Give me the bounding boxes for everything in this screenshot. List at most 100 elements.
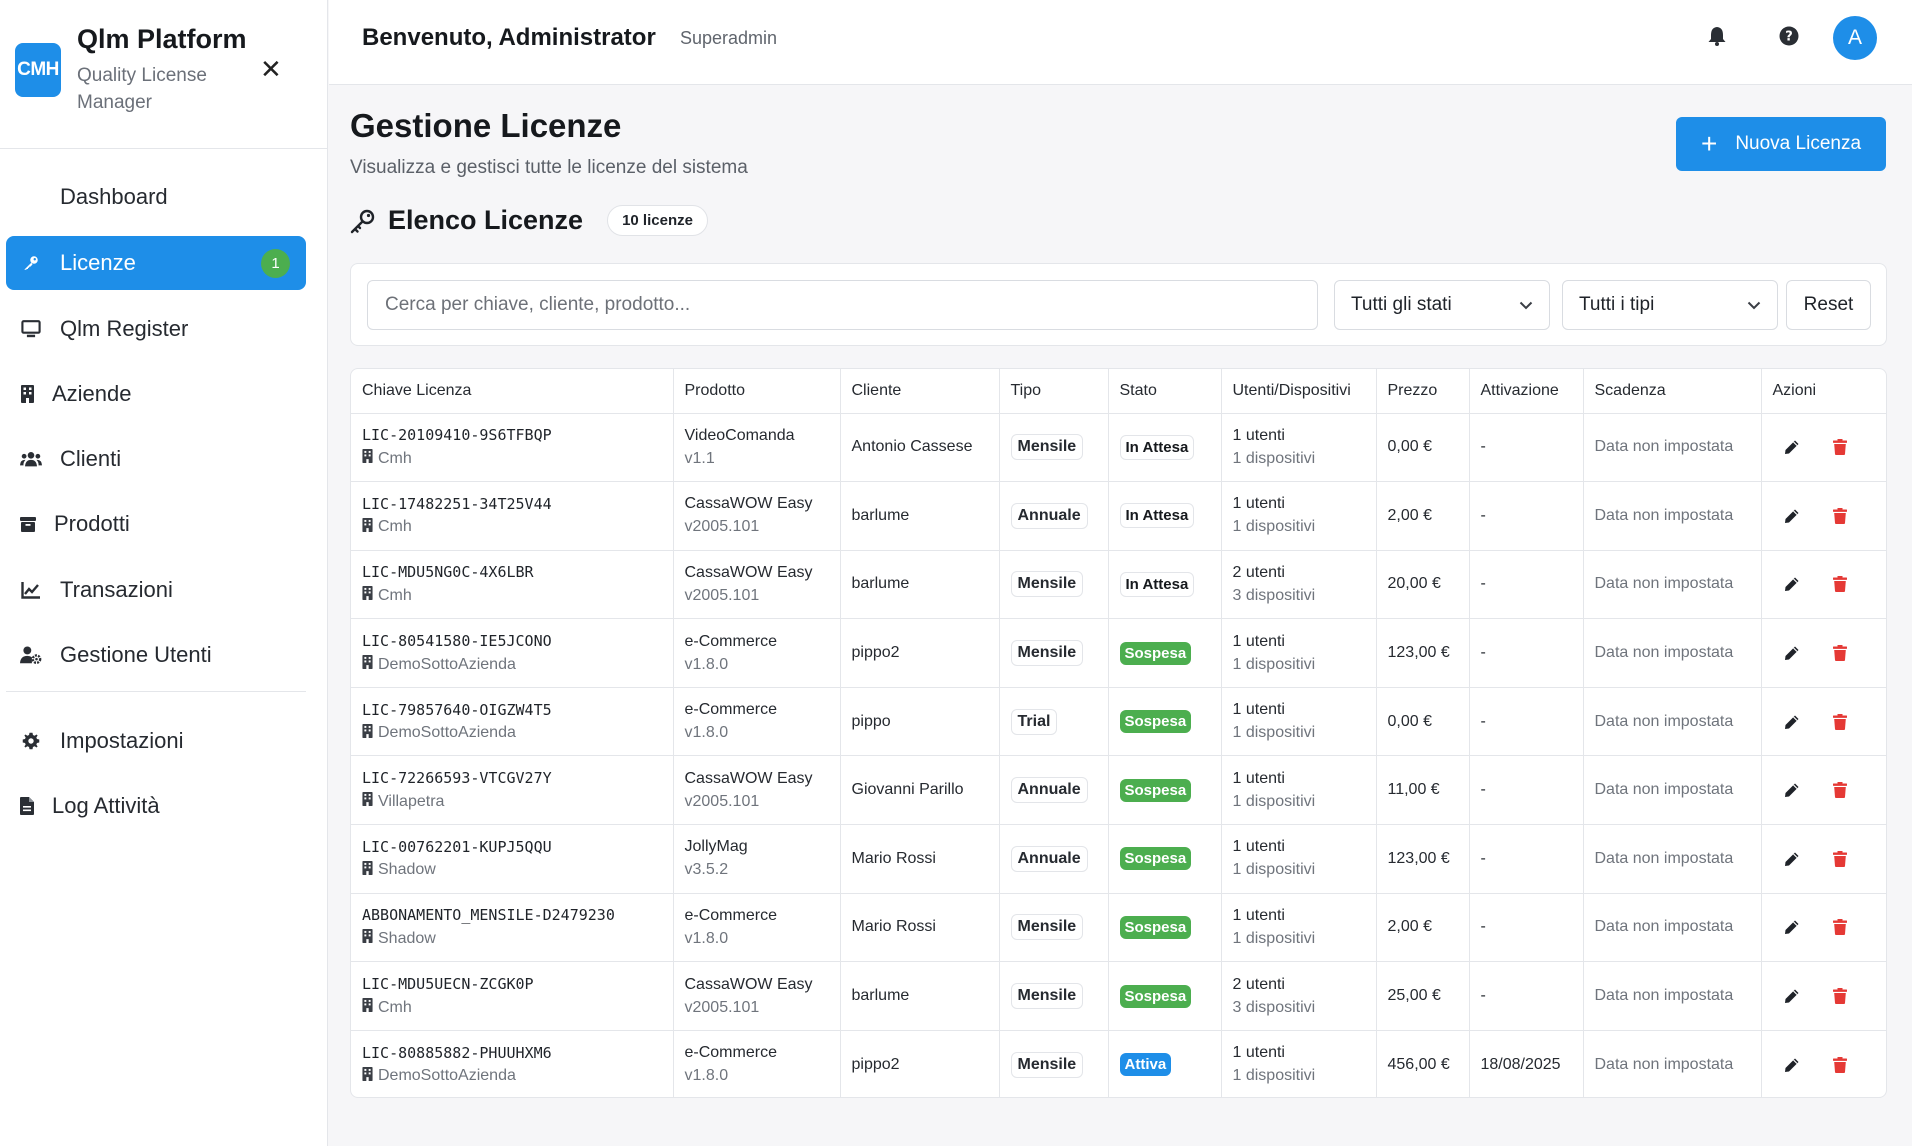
license-key[interactable]: LIC-72266593-VTCGV27Y xyxy=(362,769,673,787)
avatar[interactable]: A xyxy=(1833,16,1877,60)
column-header[interactable]: Scadenza xyxy=(1583,369,1762,414)
column-header[interactable]: Stato xyxy=(1108,369,1222,414)
users-count: 1 utenti xyxy=(1232,426,1285,444)
edit-icon[interactable] xyxy=(1783,1056,1801,1074)
delete-icon[interactable] xyxy=(1831,575,1849,593)
delete-icon[interactable] xyxy=(1831,918,1849,936)
column-header[interactable]: Prezzo xyxy=(1376,369,1470,414)
actions-cell xyxy=(1761,961,1886,1031)
users-devices-cell: 1 utenti 1 dispositivi xyxy=(1221,824,1377,894)
new-license-button[interactable]: + Nuova Licenza xyxy=(1676,117,1886,171)
license-key[interactable]: LIC-17482251-34T25V44 xyxy=(362,495,673,513)
price-cell: 20,00 € xyxy=(1376,550,1470,620)
license-key[interactable]: LIC-80541580-IE5JCONO xyxy=(362,632,673,650)
sidebar-item-clienti[interactable]: Clienti xyxy=(6,432,306,486)
key-icon xyxy=(20,252,42,274)
sidebar-item-qlm-register[interactable]: Qlm Register xyxy=(6,302,306,356)
edit-icon[interactable] xyxy=(1783,644,1801,662)
sidebar-item-prodotti[interactable]: Prodotti xyxy=(6,497,306,551)
type-cell: Mensile xyxy=(999,961,1109,1031)
product-version: v1.8.0 xyxy=(684,1067,729,1085)
delete-icon[interactable] xyxy=(1831,987,1849,1005)
activation-cell: - xyxy=(1469,687,1584,757)
table-row: LIC-80541580-IE5JCONO DemoSottoAzienda e-C… xyxy=(351,618,1886,688)
close-sidebar-icon[interactable]: ✕ xyxy=(260,54,282,85)
sidebar-item-gestione-utenti[interactable]: Gestione Utenti xyxy=(6,628,306,682)
table-row: LIC-MDU5NG0C-4X6LBR Cmh CassaWOW Easy v2005… xyxy=(351,550,1886,620)
column-header[interactable]: Tipo xyxy=(999,369,1109,414)
reset-button[interactable]: Reset xyxy=(1786,280,1871,330)
edit-icon[interactable] xyxy=(1783,438,1801,456)
client-cell: Giovanni Parillo xyxy=(840,755,1000,826)
building-icon xyxy=(362,998,378,1017)
box-icon xyxy=(20,513,36,535)
column-header[interactable]: Cliente xyxy=(840,369,1000,414)
license-key[interactable]: LIC-80885882-PHUUHXM6 xyxy=(362,1044,673,1062)
product-name: JollyMag xyxy=(684,838,748,856)
sidebar-item-log-attivita[interactable]: Log Attività xyxy=(6,779,306,833)
column-header[interactable]: Attivazione xyxy=(1469,369,1584,414)
product-version: v2005.101 xyxy=(684,586,760,604)
search-input[interactable] xyxy=(367,280,1318,330)
company-name: DemoSottoAzienda xyxy=(378,724,516,742)
type-badge: Mensile xyxy=(1010,914,1084,941)
license-key[interactable]: LIC-00762201-KUPJ5QQU xyxy=(362,838,673,856)
status-cell: Sospesa xyxy=(1108,893,1222,963)
client-cell: barlume xyxy=(840,481,1000,551)
delete-icon[interactable] xyxy=(1831,850,1849,868)
building-icon xyxy=(20,383,34,405)
edit-icon[interactable] xyxy=(1783,781,1801,799)
license-key[interactable]: ABBONAMENTO_MENSILE-D2479230 xyxy=(362,906,673,924)
company-line: Shadow xyxy=(362,929,673,948)
sidebar-item-impostazioni[interactable]: Impostazioni xyxy=(6,714,306,768)
help-icon[interactable]: ? xyxy=(1777,24,1801,48)
delete-icon[interactable] xyxy=(1831,781,1849,799)
edit-icon[interactable] xyxy=(1783,850,1801,868)
license-key[interactable]: LIC-20109410-9S6TFBQP xyxy=(362,426,673,444)
company-name: Villapetra xyxy=(378,792,445,810)
status-cell: Sospesa xyxy=(1108,618,1222,688)
sidebar-item-licenze[interactable]: Licenze 1 xyxy=(6,236,306,290)
column-header[interactable]: Chiave Licenza xyxy=(351,369,674,414)
delete-icon[interactable] xyxy=(1831,1056,1849,1074)
users-count: 1 utenti xyxy=(1232,632,1285,650)
activation-cell: - xyxy=(1469,481,1584,551)
company-line: DemoSottoAzienda xyxy=(362,1066,673,1086)
users-devices-cell: 1 utenti 1 dispositivi xyxy=(1221,1030,1377,1097)
actions-cell xyxy=(1761,687,1886,757)
license-key[interactable]: LIC-MDU5NG0C-4X6LBR xyxy=(362,563,673,581)
delete-icon[interactable] xyxy=(1831,438,1849,456)
license-key[interactable]: LIC-MDU5UECN-ZCGK0P xyxy=(362,975,673,993)
delete-icon[interactable] xyxy=(1831,713,1849,731)
users-count: 1 utenti xyxy=(1232,495,1285,513)
type-select[interactable]: Tutti i tipi xyxy=(1562,280,1778,330)
sidebar-item-transazioni[interactable]: Transazioni xyxy=(6,563,306,617)
building-icon xyxy=(362,792,378,811)
sidebar-item-dashboard[interactable]: Dashboard xyxy=(6,170,306,224)
devices-count: 1 dispositivi xyxy=(1232,1067,1316,1085)
company-name: DemoSottoAzienda xyxy=(378,1067,516,1085)
delete-icon[interactable] xyxy=(1831,644,1849,662)
sidebar-item-aziende[interactable]: Aziende xyxy=(6,367,306,421)
edit-icon[interactable] xyxy=(1783,918,1801,936)
edit-icon[interactable] xyxy=(1783,987,1801,1005)
users-count: 2 utenti xyxy=(1232,975,1285,993)
bell-icon[interactable] xyxy=(1705,24,1729,48)
license-key[interactable]: LIC-79857640-OIGZW4T5 xyxy=(362,701,673,719)
expiry-cell: Data non impostata xyxy=(1583,893,1762,963)
licenze-badge: 1 xyxy=(261,249,290,278)
column-header[interactable]: Utenti/Dispositivi xyxy=(1221,369,1377,414)
column-header[interactable]: Prodotto xyxy=(673,369,841,414)
edit-icon[interactable] xyxy=(1783,575,1801,593)
status-select[interactable]: Tutti gli stati xyxy=(1334,280,1550,330)
sidebar-item-label: Transazioni xyxy=(60,577,173,602)
brand-header: CMH Qlm Platform Quality License Manager… xyxy=(0,0,327,149)
page-subtitle: Visualizza e gestisci tutte le licenze d… xyxy=(350,157,748,178)
devices-count: 1 dispositivi xyxy=(1232,861,1316,879)
price-cell: 0,00 € xyxy=(1376,413,1470,483)
edit-icon[interactable] xyxy=(1783,713,1801,731)
edit-icon[interactable] xyxy=(1783,507,1801,525)
company-name: Shadow xyxy=(378,929,436,947)
delete-icon[interactable] xyxy=(1831,507,1849,525)
company-name: Cmh xyxy=(378,449,412,467)
